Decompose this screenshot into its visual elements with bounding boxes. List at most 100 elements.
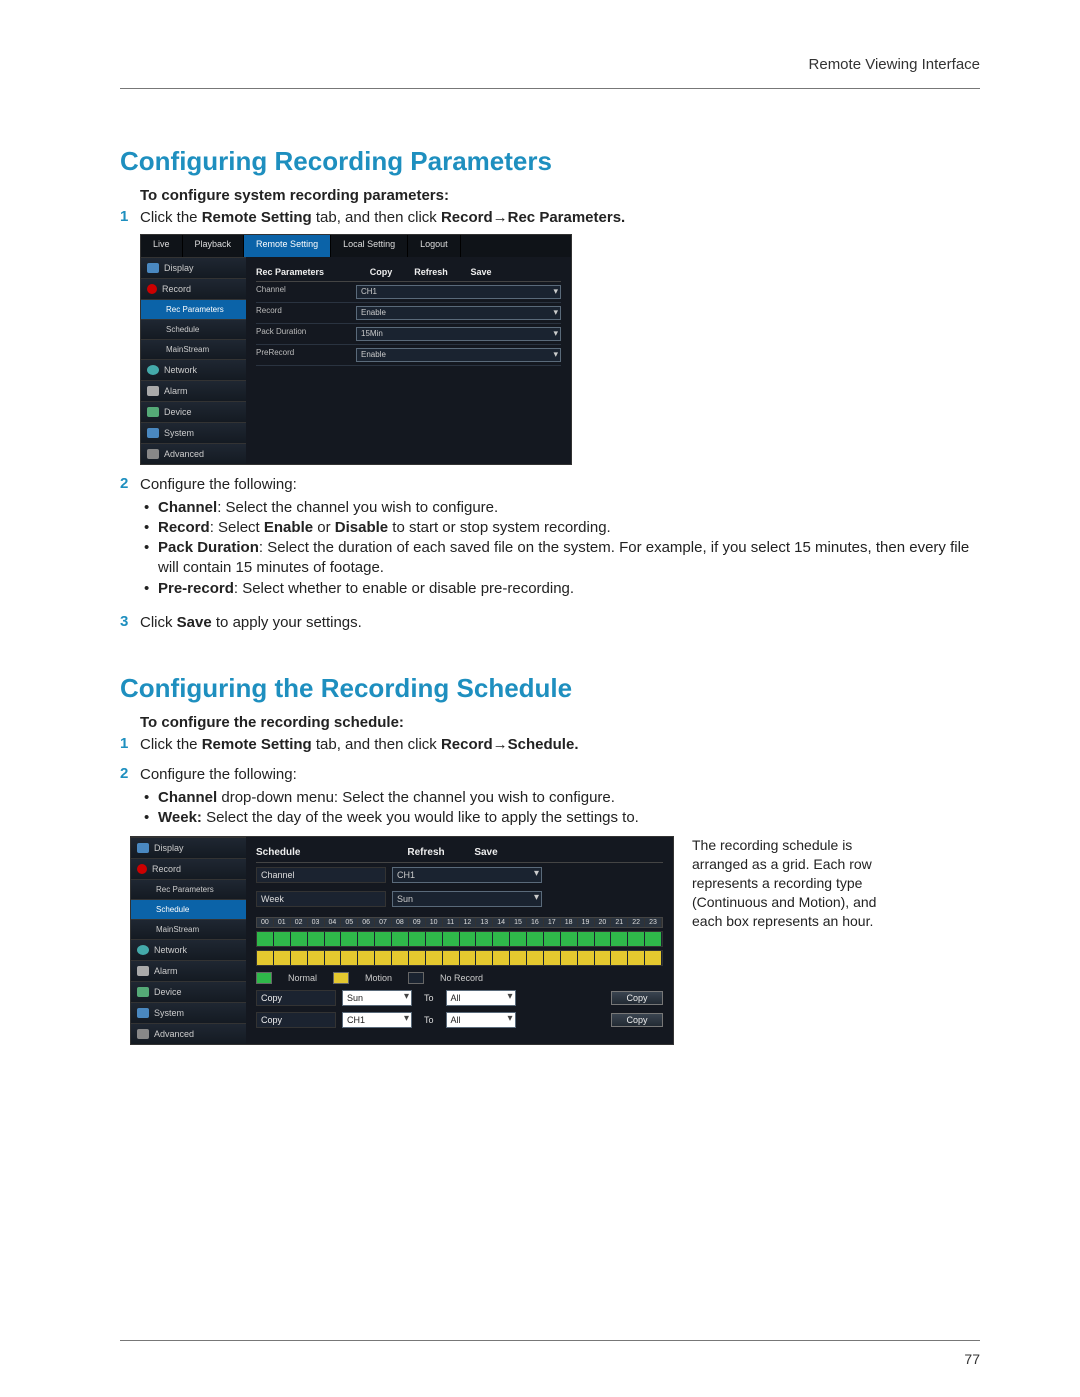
legend-swatch-normal xyxy=(256,972,272,984)
row-label: PreRecord xyxy=(256,348,356,362)
t: : Select whether to enable or disable pr… xyxy=(234,580,574,597)
device-icon xyxy=(147,407,159,417)
copy-button[interactable]: Copy xyxy=(611,991,663,1005)
t: to apply your settings. xyxy=(212,614,362,631)
monitor-icon xyxy=(147,263,159,273)
record-icon xyxy=(137,864,147,874)
t: Week: xyxy=(158,809,202,826)
save-button[interactable]: Save xyxy=(456,847,516,858)
alarm-icon xyxy=(137,966,149,976)
prerecord-select[interactable]: Enable xyxy=(356,348,561,362)
pack-duration-select[interactable]: 15Min xyxy=(356,327,561,341)
row-label: Week xyxy=(256,891,386,907)
legend-swatch-motion xyxy=(333,972,349,984)
t: : Select the channel you wish to configu… xyxy=(217,499,498,516)
legend-normal: Normal xyxy=(288,973,317,983)
t: Schedule xyxy=(156,905,189,914)
t: Select the day of the week you would lik… xyxy=(202,809,639,826)
copy-to-day[interactable]: All xyxy=(446,990,516,1006)
monitor-icon xyxy=(137,843,149,853)
t: Alarm xyxy=(164,386,188,396)
side-schedule[interactable]: Schedule xyxy=(131,899,246,919)
side-alarm[interactable]: Alarm xyxy=(141,380,246,401)
row-label: Pack Duration xyxy=(256,327,356,341)
tab-remote-setting[interactable]: Remote Setting xyxy=(244,235,331,257)
t: Enable xyxy=(264,519,313,536)
pane-title: Schedule xyxy=(256,847,396,858)
s1-step3: 3 Click Save to apply your settings. xyxy=(120,613,980,633)
t: Rec Parameters xyxy=(166,305,224,314)
t: Alarm xyxy=(154,966,178,976)
side-device[interactable]: Device xyxy=(131,981,246,1002)
refresh-button[interactable]: Refresh xyxy=(406,267,456,277)
week-select[interactable]: Sun xyxy=(392,891,542,907)
tab-local-setting[interactable]: Local Setting xyxy=(331,235,408,257)
gear-icon xyxy=(147,428,159,438)
t: Network xyxy=(164,365,197,375)
side-display[interactable]: Display xyxy=(131,837,246,858)
side-network[interactable]: Network xyxy=(131,939,246,960)
section2-title: Configuring the Recording Schedule xyxy=(120,673,980,704)
record-select[interactable]: Enable xyxy=(356,306,561,320)
legend-motion: Motion xyxy=(365,973,392,983)
channel-select[interactable]: CH1 xyxy=(356,285,561,299)
device-icon xyxy=(137,987,149,997)
running-header: Remote Viewing Interface xyxy=(809,56,980,73)
t: Device xyxy=(154,987,182,997)
side-record[interactable]: Record xyxy=(141,278,246,299)
side-schedule[interactable]: Schedule xyxy=(141,319,246,339)
copy-button[interactable]: Copy xyxy=(611,1013,663,1027)
copy-button[interactable]: Copy xyxy=(356,267,406,277)
side-display[interactable]: Display xyxy=(141,257,246,278)
side-advanced[interactable]: Advanced xyxy=(131,1023,246,1044)
t: or xyxy=(313,519,335,536)
copy-from-day[interactable]: Sun xyxy=(342,990,412,1006)
copy-to-channel[interactable]: All xyxy=(446,1012,516,1028)
t: Pack Duration xyxy=(158,539,259,556)
t: Click xyxy=(140,614,177,631)
header-rule xyxy=(120,88,980,89)
side-rec-parameters[interactable]: Rec Parameters xyxy=(131,879,246,899)
side-mainstream[interactable]: MainStream xyxy=(141,339,246,359)
t: Click the xyxy=(140,736,202,753)
t: : Select xyxy=(210,519,264,536)
t: Remote Setting xyxy=(202,736,312,753)
side-advanced[interactable]: Advanced xyxy=(141,443,246,464)
t: Advanced xyxy=(154,1029,194,1039)
side-rec-parameters[interactable]: Rec Parameters xyxy=(141,299,246,319)
t: Device xyxy=(164,407,192,417)
side-system[interactable]: System xyxy=(131,1002,246,1023)
schedule-row-normal[interactable] xyxy=(256,931,663,947)
screenshot-schedule: Display Record Rec Parameters Schedule M… xyxy=(130,836,674,1045)
schedule-row-motion[interactable] xyxy=(256,950,663,966)
t: Remote Setting xyxy=(202,209,312,226)
t: Pre-record xyxy=(158,580,234,597)
side-network[interactable]: Network xyxy=(141,359,246,380)
tab-logout[interactable]: Logout xyxy=(408,235,461,257)
copy-label: Copy xyxy=(256,1012,336,1028)
tab-playback[interactable]: Playback xyxy=(183,235,245,257)
row-label: Record xyxy=(256,306,356,320)
tab-live[interactable]: Live xyxy=(141,235,183,257)
t: Network xyxy=(154,945,187,955)
t: Record xyxy=(152,864,181,874)
section1-title: Configuring Recording Parameters xyxy=(120,146,980,177)
page-number: 77 xyxy=(964,1351,980,1367)
copy-from-channel[interactable]: CH1 xyxy=(342,1012,412,1028)
save-button[interactable]: Save xyxy=(456,267,506,277)
side-device[interactable]: Device xyxy=(141,401,246,422)
to-label: To xyxy=(418,1015,440,1025)
gear-icon xyxy=(137,1008,149,1018)
t: MainStream xyxy=(166,345,209,354)
t: tab, and then click xyxy=(312,209,441,226)
side-record[interactable]: Record xyxy=(131,858,246,879)
side-mainstream[interactable]: MainStream xyxy=(131,919,246,939)
alarm-icon xyxy=(147,386,159,396)
side-system[interactable]: System xyxy=(141,422,246,443)
channel-select[interactable]: CH1 xyxy=(392,867,542,883)
refresh-button[interactable]: Refresh xyxy=(396,847,456,858)
side-alarm[interactable]: Alarm xyxy=(131,960,246,981)
to-label: To xyxy=(418,993,440,1003)
s2-step1: 1 Click the Remote Setting tab, and then… xyxy=(120,735,980,755)
t: tab, and then click xyxy=(312,736,441,753)
